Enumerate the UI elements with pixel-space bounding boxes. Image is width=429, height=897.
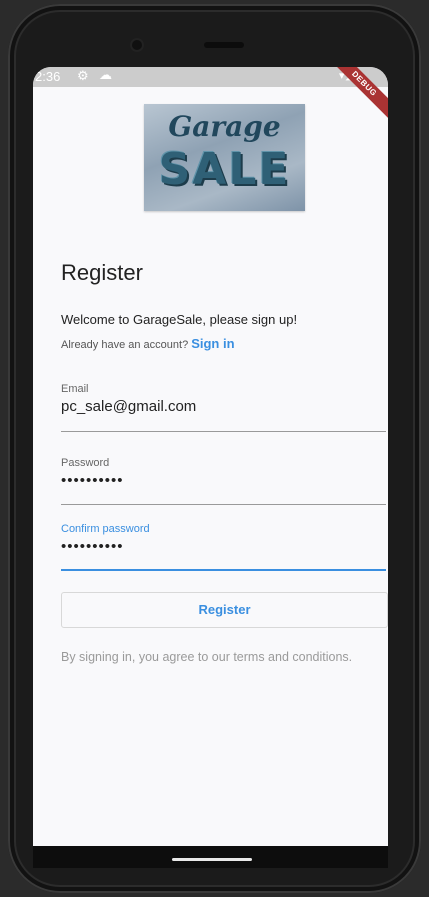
status-bar: 2:36 ⚙ ☁ ▾◢▮ <box>33 67 388 87</box>
page-title: Register <box>61 260 143 285</box>
password-underline <box>61 504 386 505</box>
password-label: Password <box>61 457 110 469</box>
password-field[interactable]: Password •••••••••• <box>61 457 386 505</box>
email-value[interactable]: pc_sale@gmail.com <box>61 398 386 415</box>
email-underline <box>61 431 386 432</box>
terms-text: By signing in, you agree to our terms an… <box>61 650 353 664</box>
earpiece-speaker <box>204 42 244 48</box>
status-time: 2:36 <box>35 69 61 84</box>
already-account-text: Already have an account? <box>61 339 189 351</box>
app-screen: 2:36 ⚙ ☁ ▾◢▮ DEBUG Garage SALE Register … <box>33 67 388 853</box>
confirm-password-value[interactable]: •••••••••• <box>61 538 386 555</box>
welcome-text: Welcome to GarageSale, please sign up! <box>61 312 298 327</box>
sign-in-link[interactable]: Sign in <box>191 336 234 351</box>
already-account-row: Already have an account? Sign in <box>61 336 235 351</box>
email-field[interactable]: Email pc_sale@gmail.com <box>61 383 386 432</box>
confirm-password-underline <box>61 569 386 571</box>
system-nav-bar <box>33 846 388 868</box>
gear-icon: ⚙ <box>77 68 89 83</box>
logo-line-2: SALE <box>158 144 291 195</box>
register-button[interactable]: Register <box>61 592 388 628</box>
front-camera <box>132 40 142 50</box>
confirm-password-label: Confirm password <box>61 523 150 535</box>
cloud-icon: ☁ <box>99 67 112 82</box>
email-label: Email <box>61 383 89 395</box>
home-indicator[interactable] <box>172 858 252 861</box>
confirm-password-field[interactable]: Confirm password •••••••••• <box>61 523 386 571</box>
logo-line-1: Garage <box>168 110 281 143</box>
password-value[interactable]: •••••••••• <box>61 472 386 489</box>
garage-sale-logo: Garage SALE <box>144 104 305 211</box>
